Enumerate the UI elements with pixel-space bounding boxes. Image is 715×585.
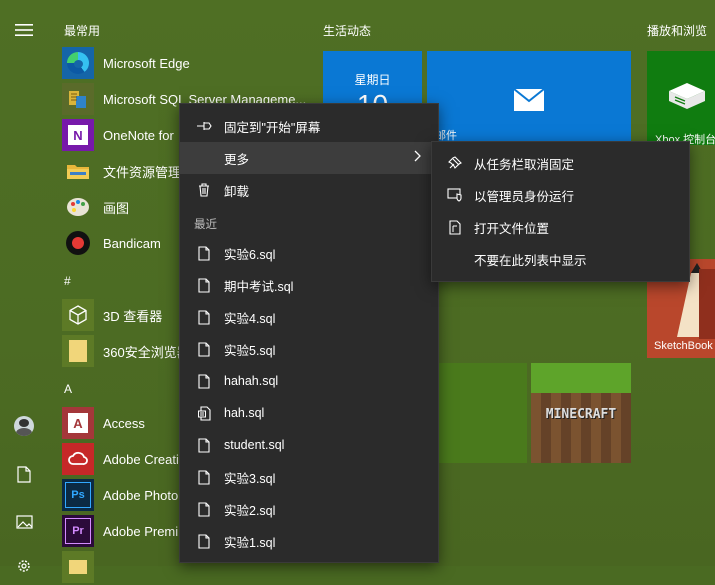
app-label: Adobe Creati: [103, 451, 179, 467]
file-icon: [194, 533, 214, 549]
recent-file-item[interactable]: hah.sql: [180, 397, 438, 429]
file-icon: [194, 341, 214, 357]
trash-icon: [194, 183, 214, 197]
group-header-hash: #: [64, 274, 71, 288]
tile-section-title-life: 生活动态: [323, 24, 372, 38]
recent-file-item[interactable]: student.sql: [180, 429, 438, 461]
sub-hide-from-list[interactable]: 不要在此列表中显示: [432, 243, 689, 275]
ctx-more-label: 更多: [224, 152, 250, 167]
recent-file-item[interactable]: 实验4.sql: [180, 301, 438, 333]
chevron-right-icon: [414, 149, 422, 167]
recent-file-item[interactable]: 实验2.sql: [180, 493, 438, 525]
cube-3d-icon: [62, 299, 94, 331]
file-icon: [194, 469, 214, 485]
photoshop-icon: Ps: [62, 479, 94, 511]
recent-file-label: 实验2.sql: [224, 503, 276, 518]
xbox-console-icon: [667, 81, 707, 116]
bandicam-record-icon: [62, 227, 94, 259]
calendar-day: 星期日: [354, 73, 391, 87]
hamburger-menu-icon[interactable]: [12, 18, 36, 42]
access-icon: A: [62, 407, 94, 439]
app-label: Adobe Photo: [103, 487, 179, 503]
app-generic-icon: [62, 551, 94, 583]
minecraft-tile[interactable]: MINECRAFT: [531, 363, 631, 463]
recent-file-label: 实验6.sql: [224, 247, 276, 262]
recent-file-label: 实验1.sql: [224, 535, 276, 550]
start-left-rail: [0, 0, 48, 572]
mail-envelope-icon: [513, 88, 545, 117]
recent-file-label: hahah.sql: [224, 374, 279, 388]
file-icon: [194, 437, 214, 453]
xbox-tile[interactable]: Xbox 控制台: [647, 51, 715, 146]
recent-file-label: student.sql: [224, 438, 285, 452]
green-tile[interactable]: [427, 363, 527, 463]
minecraft-grass-icon: [531, 363, 631, 393]
ctx-uninstall-label: 卸载: [224, 184, 250, 199]
documents-icon[interactable]: [12, 462, 36, 486]
recent-file-label: 期中考试.sql: [224, 279, 294, 294]
file-icon: [194, 277, 214, 293]
app-label: Adobe Premi: [103, 523, 179, 539]
onenote-icon: N: [62, 119, 94, 151]
recent-file-label: 实验4.sql: [224, 311, 276, 326]
app-label: Access: [103, 415, 145, 431]
adobe-creative-cloud-icon: [62, 443, 94, 475]
sub-hide-label: 不要在此列表中显示: [474, 253, 587, 268]
paint-palette-icon: [62, 191, 94, 223]
sketchbook-tile-label: SketchBook: [654, 340, 713, 352]
app-label: Bandicam: [103, 235, 161, 251]
tile-section-title-play: 播放和浏览: [647, 24, 708, 38]
sub-run-as-admin[interactable]: 以管理员身份运行: [432, 179, 689, 211]
sub-open-location-label: 打开文件位置: [474, 221, 550, 236]
file-icon: [194, 373, 214, 389]
group-header-a: A: [64, 382, 73, 396]
recent-file-item[interactable]: 实验5.sql: [180, 333, 438, 365]
sub-unpin-taskbar[interactable]: 从任务栏取消固定: [432, 147, 689, 179]
recent-file-item[interactable]: 实验1.sql: [180, 525, 438, 557]
premiere-icon: Pr: [62, 515, 94, 547]
pictures-icon[interactable]: [12, 510, 36, 534]
file-location-icon: [446, 219, 464, 235]
recent-file-item[interactable]: 实验3.sql: [180, 461, 438, 493]
edge-icon: [62, 47, 94, 79]
ctx-pin-label: 固定到"开始"屏幕: [224, 120, 321, 135]
sub-open-file-location[interactable]: 打开文件位置: [432, 211, 689, 243]
context-menu: 固定到"开始"屏幕 更多 卸载 最近 实验6.sql 期中考试.sql 实验4.sq…: [179, 103, 439, 563]
ctx-uninstall[interactable]: 卸载: [180, 174, 438, 206]
app-label: OneNote for: [103, 127, 174, 143]
app-item-edge[interactable]: Microsoft Edge: [62, 45, 312, 81]
app-label: Microsoft Edge: [103, 55, 190, 71]
recent-file-label: hah.sql: [224, 406, 265, 420]
app-label: 画图: [103, 200, 130, 216]
sql-server-icon: [62, 83, 94, 115]
recent-file-label: 实验3.sql: [224, 471, 276, 486]
app-label: 3D 查看器: [103, 308, 163, 324]
recent-file-item[interactable]: 实验6.sql: [180, 237, 438, 269]
file-icon: [194, 309, 214, 325]
minecraft-tile-label: MINECRAFT: [545, 407, 617, 422]
ctx-pin-to-start[interactable]: 固定到"开始"屏幕: [180, 110, 438, 142]
admin-shield-icon: [446, 188, 464, 202]
pin-icon: [194, 120, 214, 132]
more-submenu: 从任务栏取消固定 以管理员身份运行 打开文件位置 不要在此列表中显示: [431, 141, 690, 282]
app-label: 360安全浏览器: [103, 344, 190, 360]
recent-file-item[interactable]: hahah.sql: [180, 365, 438, 397]
file-icon: [194, 245, 214, 261]
script-file-icon: [194, 405, 214, 421]
file-icon: [194, 501, 214, 517]
recent-file-item[interactable]: 期中考试.sql: [180, 269, 438, 301]
sub-unpin-label: 从任务栏取消固定: [474, 157, 575, 172]
folder-yellow-icon: [62, 335, 94, 367]
sub-run-as-admin-label: 以管理员身份运行: [474, 189, 575, 204]
folder-icon: [62, 155, 94, 187]
mail-tile[interactable]: 邮件: [427, 51, 631, 145]
group-header-most-used: 最常用: [64, 24, 101, 38]
settings-gear-icon[interactable]: [12, 554, 36, 578]
recent-header: 最近: [194, 219, 217, 231]
recent-file-label: 实验5.sql: [224, 343, 276, 358]
user-avatar-icon[interactable]: [12, 414, 36, 438]
ctx-more[interactable]: 更多: [180, 142, 438, 174]
unpin-icon: [446, 156, 464, 170]
minecraft-dirt-icon: [531, 393, 631, 463]
